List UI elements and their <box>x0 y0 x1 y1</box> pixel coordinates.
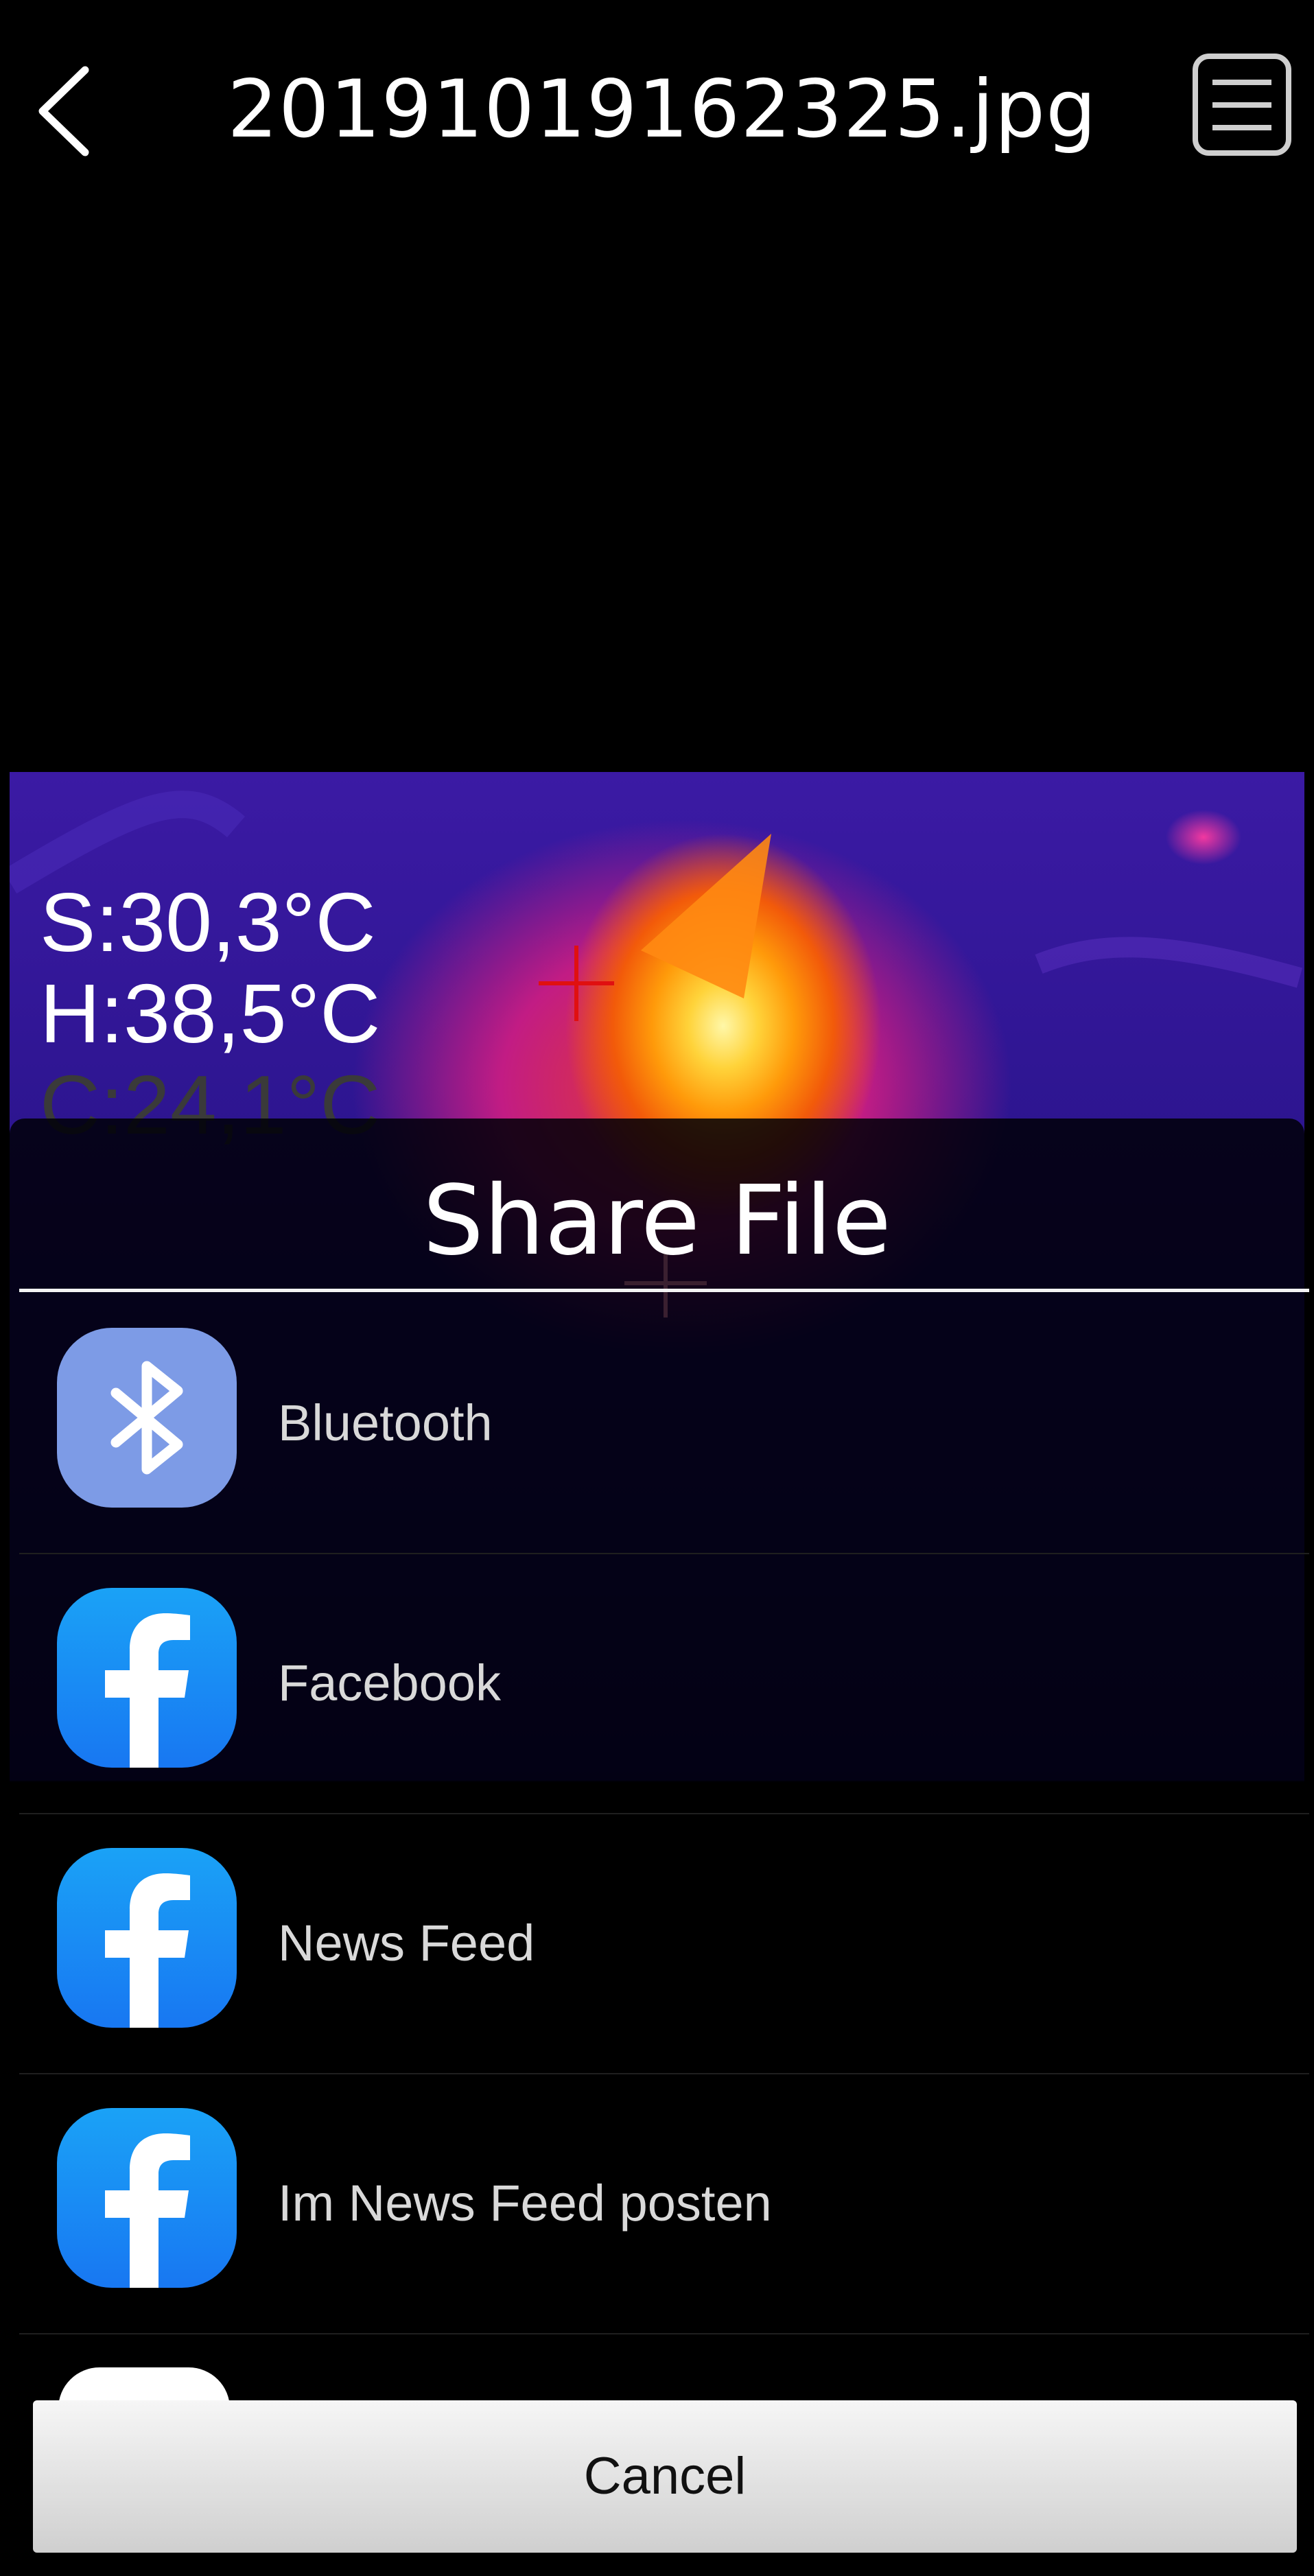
divider <box>19 1289 1309 1292</box>
share-sheet-title: Share File <box>423 1165 891 1277</box>
file-title: 20191019162325.jpg <box>227 63 1097 156</box>
high-temperature: H:38,5°C <box>40 967 381 1060</box>
hotspot-crosshair-icon <box>539 946 614 1021</box>
menu-button[interactable] <box>1190 51 1293 158</box>
top-bar: 20191019162325.jpg <box>0 0 1314 213</box>
share-option-label: Bluetooth <box>278 1394 493 1451</box>
share-option-label: News Feed <box>278 1915 535 1971</box>
bluetooth-icon <box>57 1328 237 1508</box>
share-option-label: Im News Feed posten <box>278 2175 772 2232</box>
chevron-left-icon <box>38 66 89 156</box>
facebook-icon <box>57 2108 237 2288</box>
cancel-button[interactable]: Cancel <box>33 2400 1297 2553</box>
facebook-icon <box>57 1848 237 2028</box>
facebook-icon <box>57 1588 237 1768</box>
share-option-bluetooth[interactable]: Bluetooth <box>19 1293 1309 1554</box>
list-menu-icon <box>1193 54 1291 156</box>
spot-temperature: S:30,3°C <box>40 876 376 969</box>
back-button[interactable] <box>26 55 108 158</box>
share-option-facebook[interactable]: Facebook <box>19 1554 1309 1814</box>
share-option-news-feed[interactable]: News Feed <box>19 1814 1309 2074</box>
share-option-label: Facebook <box>278 1654 501 1711</box>
share-option-post-news-feed[interactable]: Im News Feed posten <box>19 2074 1309 2334</box>
temperature-readings: S:30,3°C H:38,5°C C:24,1°C <box>40 877 380 1151</box>
